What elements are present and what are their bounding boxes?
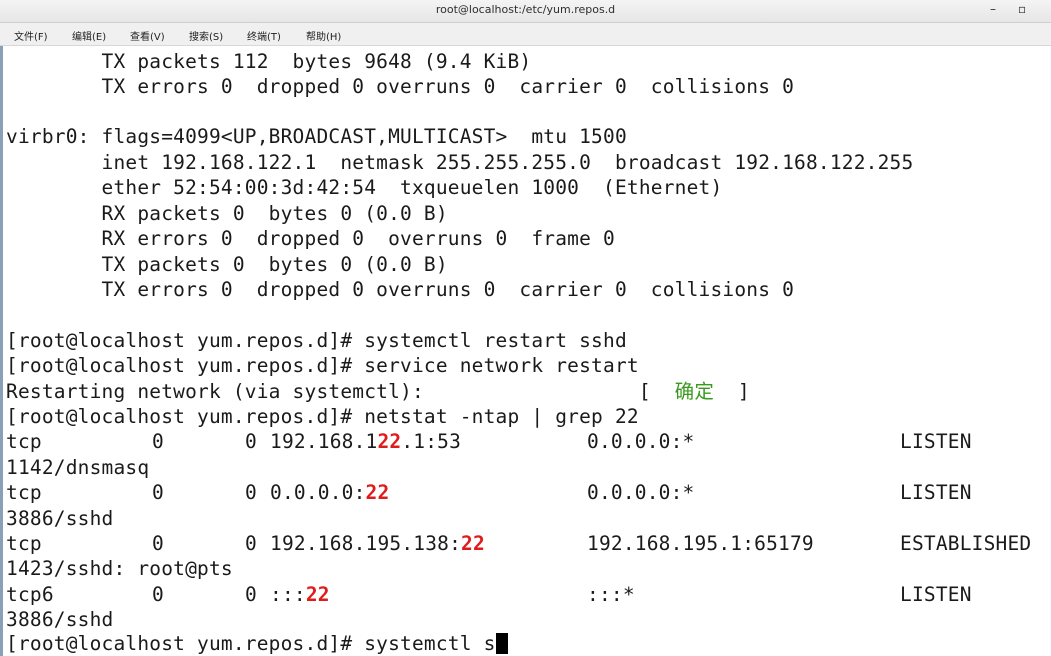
menu-help[interactable]: 帮助(H) [306, 28, 341, 43]
status-bracket: ] [714, 380, 750, 403]
menu-view[interactable]: 查看(V) [130, 28, 165, 43]
netstat-proto: tcp6 [6, 583, 54, 606]
terminal-line: TX errors 0 dropped 0 overruns 0 carrier… [6, 278, 795, 301]
netstat-foreign: 0.0.0.0:* [587, 481, 695, 504]
terminal-line: TX packets 0 bytes 0 (0.0 B) [6, 253, 448, 276]
terminal-line: TX errors 0 dropped 0 overruns 0 carrier… [6, 75, 795, 98]
netstat-state: ESTABLISHED [900, 532, 1032, 555]
netstat-sendq: 0 [245, 532, 257, 555]
netstat-local: 0.0.0.0:22 [270, 481, 390, 504]
terminal-line: [root@localhost yum.repos.d]# netstat -n… [6, 405, 639, 428]
ok-status: 确定 [674, 380, 715, 403]
menu-file[interactable]: 文件(F) [14, 28, 48, 43]
netstat-pid: 1142/dnsmasq [6, 456, 150, 479]
netstat-sendq: 0 [245, 430, 257, 453]
netstat-state: LISTEN [900, 583, 972, 606]
status-text: Restarting network (via systemctl): [ [6, 380, 675, 403]
netstat-recvq: 0 [152, 481, 164, 504]
terminal-line: ether 52:54:00:3d:42:54 txqueuelen 1000 … [6, 176, 723, 199]
terminal-line: [root@localhost yum.repos.d]# systemctl … [6, 329, 627, 352]
netstat-local: 192.168.195.138:22 [270, 532, 485, 555]
shell-prompt: [root@localhost yum.repos.d]# [6, 632, 365, 655]
window-title: root@localhost:/etc/yum.repos.d [435, 3, 616, 16]
netstat-sendq: 0 [245, 583, 257, 606]
menu-edit[interactable]: 编辑(E) [72, 28, 106, 43]
text-cursor [495, 633, 508, 654]
netstat-foreign: 192.168.195.1:65179 [587, 532, 814, 555]
netstat-sendq: 0 [245, 481, 257, 504]
netstat-state: LISTEN [900, 481, 972, 504]
window-edge [0, 46, 3, 656]
menu-search[interactable]: 搜索(S) [189, 28, 223, 43]
netstat-foreign: :::* [587, 583, 635, 606]
netstat-state: LISTEN [900, 430, 972, 453]
netstat-proto: tcp [6, 430, 54, 453]
command-input[interactable]: systemctl s [364, 632, 495, 655]
netstat-pid: 3886/sshd [6, 608, 114, 631]
menu-bar: 文件(F) 编辑(E) 查看(V) 搜索(S) 终端(T) 帮助(H) [0, 23, 1051, 46]
window-titlebar[interactable]: root@localhost:/etc/yum.repos.d – ▫ [0, 0, 1051, 23]
terminal-line: Restarting network (via systemctl): [ 确定… [6, 379, 750, 404]
terminal-line: RX errors 0 dropped 0 overruns 0 frame 0 [6, 227, 615, 250]
netstat-pid: 3886/sshd [6, 507, 114, 530]
terminal-line: TX packets 112 bytes 9648 (9.4 KiB) [6, 50, 532, 73]
netstat-pid: 1423/sshd: root@pts [6, 557, 233, 580]
netstat-foreign: 0.0.0.0:* [587, 430, 695, 453]
menu-terminal[interactable]: 终端(T) [247, 28, 281, 43]
netstat-recvq: 0 [152, 430, 164, 453]
maximize-button[interactable]: ▫ [1018, 2, 1026, 16]
netstat-proto: tcp [6, 481, 54, 504]
minimize-button[interactable]: – [990, 2, 996, 16]
netstat-local: :::22 [270, 583, 330, 606]
command-prompt-line[interactable]: [root@localhost yum.repos.d]# systemctl … [6, 631, 508, 656]
netstat-recvq: 0 [152, 583, 164, 606]
terminal-line: [root@localhost yum.repos.d]# service ne… [6, 354, 639, 377]
terminal-line: inet 192.168.122.1 netmask 255.255.255.0… [6, 151, 914, 174]
terminal-line: virbr0: flags=4099<UP,BROADCAST,MULTICAS… [6, 125, 627, 148]
netstat-proto: tcp [6, 532, 54, 555]
netstat-local: 192.168.122.1:53 [270, 430, 462, 453]
netstat-recvq: 0 [152, 532, 164, 555]
terminal-line: RX packets 0 bytes 0 (0.0 B) [6, 202, 448, 225]
